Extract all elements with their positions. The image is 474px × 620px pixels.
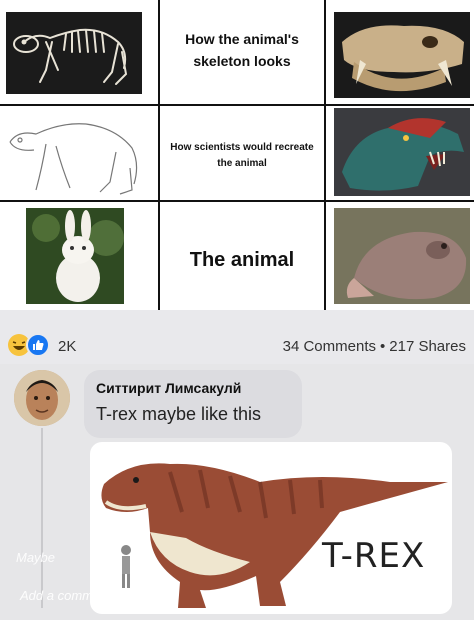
hippo-skull-photo [334, 12, 470, 98]
grid-divider [158, 0, 160, 310]
comments-count[interactable]: 34 Comments [283, 338, 376, 355]
rabbit-skeleton-photo [6, 12, 142, 94]
sketch-drawing [6, 108, 152, 196]
comment-text: T-rex maybe like this [96, 404, 262, 424]
reaction-icons[interactable] [6, 332, 58, 358]
reaction-count[interactable]: 2K [58, 338, 76, 355]
avatar[interactable] [14, 370, 70, 426]
grid-divider [324, 0, 326, 310]
human-scale-figure [121, 545, 131, 588]
thread-line [41, 428, 43, 608]
monster-reconstruction-art [334, 108, 470, 196]
grid-divider [0, 200, 474, 202]
like-icon [26, 333, 50, 357]
comment-image-attachment[interactable]: T-REX [90, 442, 452, 614]
engagement-stats: 34 Comments • 217 Shares [283, 338, 466, 355]
comment-author[interactable]: Ситтирит Лимсакулй [96, 380, 241, 396]
comment-input[interactable]: Add a comment... [20, 588, 122, 603]
composer-hint: Maybe [16, 550, 56, 565]
hippo-photo [334, 208, 470, 304]
trex-label: T-REX [322, 536, 426, 576]
stats-separator: • [380, 338, 386, 355]
skeleton-caption: How the animal's skeleton looks [185, 31, 299, 69]
grid-divider [0, 104, 474, 106]
animal-caption: The animal [189, 248, 295, 271]
trex-drawing [101, 463, 448, 608]
meme-image[interactable]: How the animal's skeleton looks How scie… [0, 0, 474, 310]
shares-count[interactable]: 217 Shares [389, 338, 466, 355]
comment-thread: Ситтирит Лимсакулй T-rex maybe like this… [0, 364, 474, 620]
post-reactions-bar: 2K 34 Comments • 217 Shares [0, 310, 474, 364]
rabbit-photo [26, 208, 124, 304]
comment-bubble[interactable]: Ситтирит Лимсакулй T-rex maybe like this [84, 370, 302, 438]
recreation-caption: How scientists would recreate the animal [170, 142, 314, 169]
